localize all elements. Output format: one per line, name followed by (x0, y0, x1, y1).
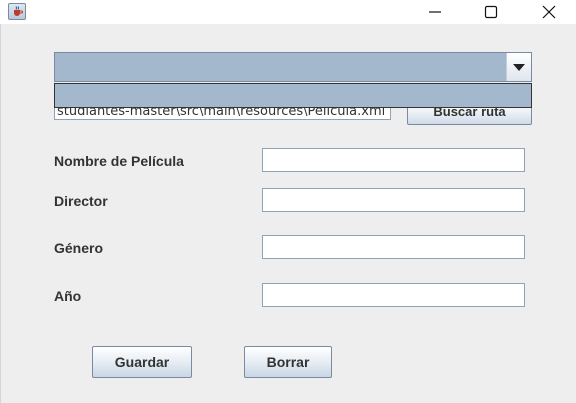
close-icon (542, 5, 556, 19)
combo-dropdown-list[interactable] (54, 83, 532, 108)
close-button[interactable] (526, 0, 572, 24)
delete-button[interactable]: Borrar (244, 346, 332, 378)
director-label: Director (54, 193, 108, 209)
minimize-button[interactable] (412, 0, 458, 24)
minimize-icon (429, 11, 441, 13)
movie-name-field[interactable] (262, 148, 525, 172)
year-label: Año (54, 288, 82, 304)
genre-label: Género (54, 240, 104, 256)
combo-dropdown-button[interactable] (506, 53, 531, 81)
maximize-icon (484, 5, 498, 19)
year-field[interactable] (262, 283, 525, 307)
file-combo-box[interactable] (54, 52, 532, 82)
genre-field[interactable] (262, 235, 525, 259)
save-button[interactable]: Guardar (92, 346, 192, 378)
chevron-down-icon (513, 64, 525, 71)
window-edge (0, 24, 1, 403)
maximize-button[interactable] (468, 0, 514, 24)
java-app-icon[interactable] (8, 3, 26, 20)
title-bar (0, 0, 576, 24)
director-field[interactable] (262, 188, 525, 212)
movie-name-label: Nombre de Película (54, 153, 184, 169)
